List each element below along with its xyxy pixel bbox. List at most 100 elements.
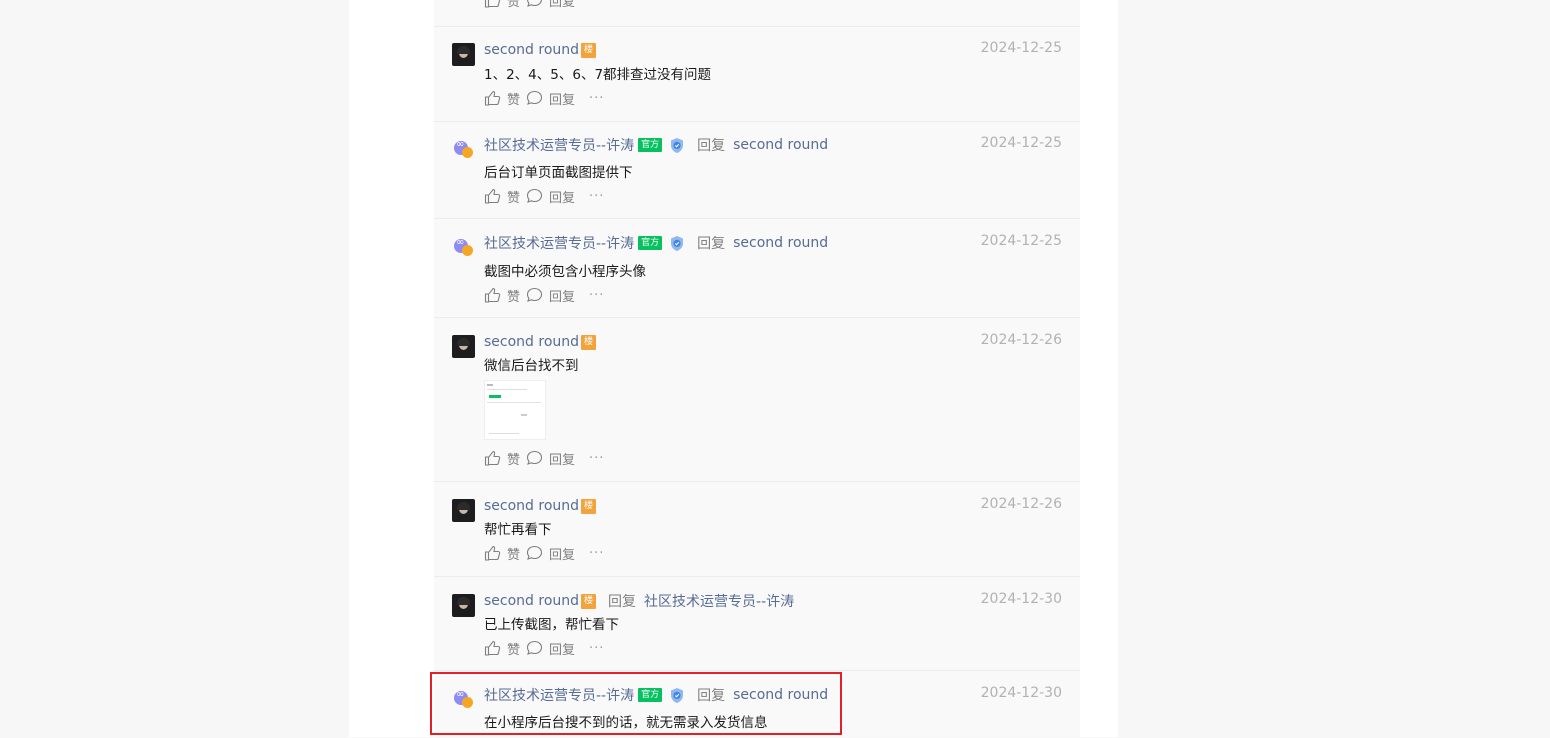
- reply-button[interactable]: 回复: [526, 639, 575, 658]
- reply-target-name[interactable]: second round: [733, 137, 828, 153]
- avatar[interactable]: [452, 335, 475, 358]
- reply-item: second round 楼 2024-12-26 帮忙再看下 赞 回复 ···: [434, 481, 1080, 577]
- thumbs-up-icon: [484, 188, 501, 204]
- reply-target-name[interactable]: 社区技术运营专员--许涛: [644, 591, 794, 611]
- like-button[interactable]: 赞: [484, 544, 520, 563]
- reply-to-label: 回复: [697, 688, 726, 704]
- like-label: 赞: [507, 92, 521, 108]
- reply-item: 社区技术运营专员--许涛 官方 回复 second round 2024-12-…: [434, 121, 1080, 219]
- author-name[interactable]: second round: [484, 498, 579, 514]
- reply-item-partial: 赞 回复 ···: [434, 0, 1080, 26]
- like-button[interactable]: 赞: [484, 89, 520, 108]
- thumbs-up-icon: [484, 287, 501, 303]
- author-name[interactable]: 社区技术运营专员--许涛: [484, 233, 634, 253]
- verified-shield-icon: [669, 137, 685, 154]
- screenshot-thumbnail[interactable]: [484, 380, 546, 440]
- reply-item: 社区技术运营专员--许涛 官方 回复 second round 2024-12-…: [434, 218, 1080, 318]
- like-label: 赞: [507, 190, 521, 206]
- official-badge: 官方: [638, 688, 663, 702]
- reply-actions: 赞 回复 ···: [484, 544, 604, 563]
- like-label: 赞: [507, 289, 521, 305]
- reply-date: 2024-12-30: [980, 591, 1062, 607]
- reply-label: 回复: [549, 642, 576, 658]
- like-label: 赞: [507, 547, 521, 563]
- avatar[interactable]: [452, 594, 475, 617]
- reply-button[interactable]: 回复: [526, 449, 575, 468]
- reply-label: 回复: [549, 190, 576, 206]
- comment-icon: [526, 188, 543, 203]
- reply-actions: 赞 回复 ···: [484, 0, 604, 10]
- reply-date: 2024-12-30: [980, 685, 1062, 701]
- thumbs-up-icon: [484, 450, 501, 466]
- reply-header: second round 楼 回复 社区技术运营专员--许涛: [484, 591, 794, 611]
- verified-shield-icon: [669, 687, 685, 704]
- author-name[interactable]: second round: [484, 42, 579, 58]
- thumbs-up-icon: [484, 0, 501, 8]
- reply-target-name[interactable]: second round: [733, 235, 828, 251]
- more-button[interactable]: ···: [589, 91, 604, 106]
- reply-target-name[interactable]: second round: [733, 687, 828, 703]
- reply-label: 回复: [549, 547, 576, 563]
- like-button[interactable]: 赞: [484, 0, 520, 10]
- more-button[interactable]: ···: [589, 451, 604, 466]
- reply-actions: 赞 回复 ···: [484, 449, 604, 468]
- reply-button[interactable]: 回复: [526, 286, 575, 305]
- floor-owner-badge: 楼: [581, 498, 597, 514]
- reply-header: 社区技术运营专员--许涛 官方 回复 second round: [484, 685, 828, 705]
- like-button[interactable]: 赞: [484, 639, 520, 658]
- reply-content: 帮忙再看下: [484, 522, 552, 538]
- reply-header: 社区技术运营专员--许涛 官方 回复 second round: [484, 135, 828, 155]
- author-name[interactable]: 社区技术运营专员--许涛: [484, 135, 634, 155]
- comment-icon: [526, 287, 543, 302]
- thumbs-up-icon: [484, 545, 501, 561]
- like-button[interactable]: 赞: [484, 449, 520, 468]
- reply-content: 截图中必须包含小程序头像: [484, 264, 646, 280]
- reply-label: 回复: [549, 0, 576, 10]
- like-label: 赞: [507, 452, 521, 468]
- reply-date: 2024-12-26: [980, 496, 1062, 512]
- reply-item: second round 楼 2024-12-25 1、2、4、5、6、7都排查…: [434, 26, 1080, 122]
- author-name[interactable]: second round: [484, 334, 579, 350]
- reply-to-label: 回复: [697, 138, 726, 154]
- reply-button[interactable]: 回复: [526, 187, 575, 206]
- author-name[interactable]: second round: [484, 593, 579, 609]
- reply-item-highlighted: 社区技术运营专员--许涛 官方 回复 second round 2024-12-…: [434, 670, 1080, 738]
- avatar[interactable]: [452, 499, 475, 522]
- reply-to-label: 回复: [697, 236, 726, 252]
- author-name[interactable]: 社区技术运营专员--许涛: [484, 685, 634, 705]
- comment-icon: [526, 90, 543, 105]
- comment-icon: [526, 545, 543, 560]
- reply-button[interactable]: 回复: [526, 544, 575, 563]
- reply-label: 回复: [549, 92, 576, 108]
- more-button[interactable]: ···: [589, 546, 604, 561]
- official-avatar[interactable]: [452, 236, 475, 259]
- reply-date: 2024-12-25: [980, 233, 1062, 249]
- reply-item: second round 楼 回复 社区技术运营专员--许涛 2024-12-3…: [434, 576, 1080, 671]
- more-button[interactable]: ···: [589, 641, 604, 656]
- reply-content: 1、2、4、5、6、7都排查过没有问题: [484, 67, 712, 83]
- comment-icon: [526, 0, 543, 7]
- like-label: 赞: [507, 0, 521, 10]
- like-button[interactable]: 赞: [484, 286, 520, 305]
- floor-owner-badge: 楼: [581, 334, 597, 350]
- more-button[interactable]: ···: [589, 189, 604, 204]
- floor-owner-badge: 楼: [581, 593, 597, 609]
- reply-date: 2024-12-26: [980, 332, 1062, 348]
- more-button[interactable]: ···: [589, 0, 604, 8]
- avatar[interactable]: [452, 43, 475, 66]
- reply-item: second round 楼 2024-12-26 微信后台找不到 赞 回复 ·…: [434, 317, 1080, 482]
- comment-icon: [526, 450, 543, 465]
- reply-actions: 赞 回复 ···: [484, 89, 604, 108]
- official-badge: 官方: [638, 236, 663, 250]
- reply-button[interactable]: 回复: [526, 0, 575, 10]
- reply-date: 2024-12-25: [980, 135, 1062, 151]
- thumbs-up-icon: [484, 90, 501, 106]
- official-avatar[interactable]: [452, 138, 475, 161]
- like-button[interactable]: 赞: [484, 187, 520, 206]
- reply-label: 回复: [549, 452, 576, 468]
- like-label: 赞: [507, 642, 521, 658]
- official-avatar[interactable]: [452, 688, 475, 711]
- reply-button[interactable]: 回复: [526, 89, 575, 108]
- reply-content: 微信后台找不到: [484, 358, 579, 374]
- more-button[interactable]: ···: [589, 288, 604, 303]
